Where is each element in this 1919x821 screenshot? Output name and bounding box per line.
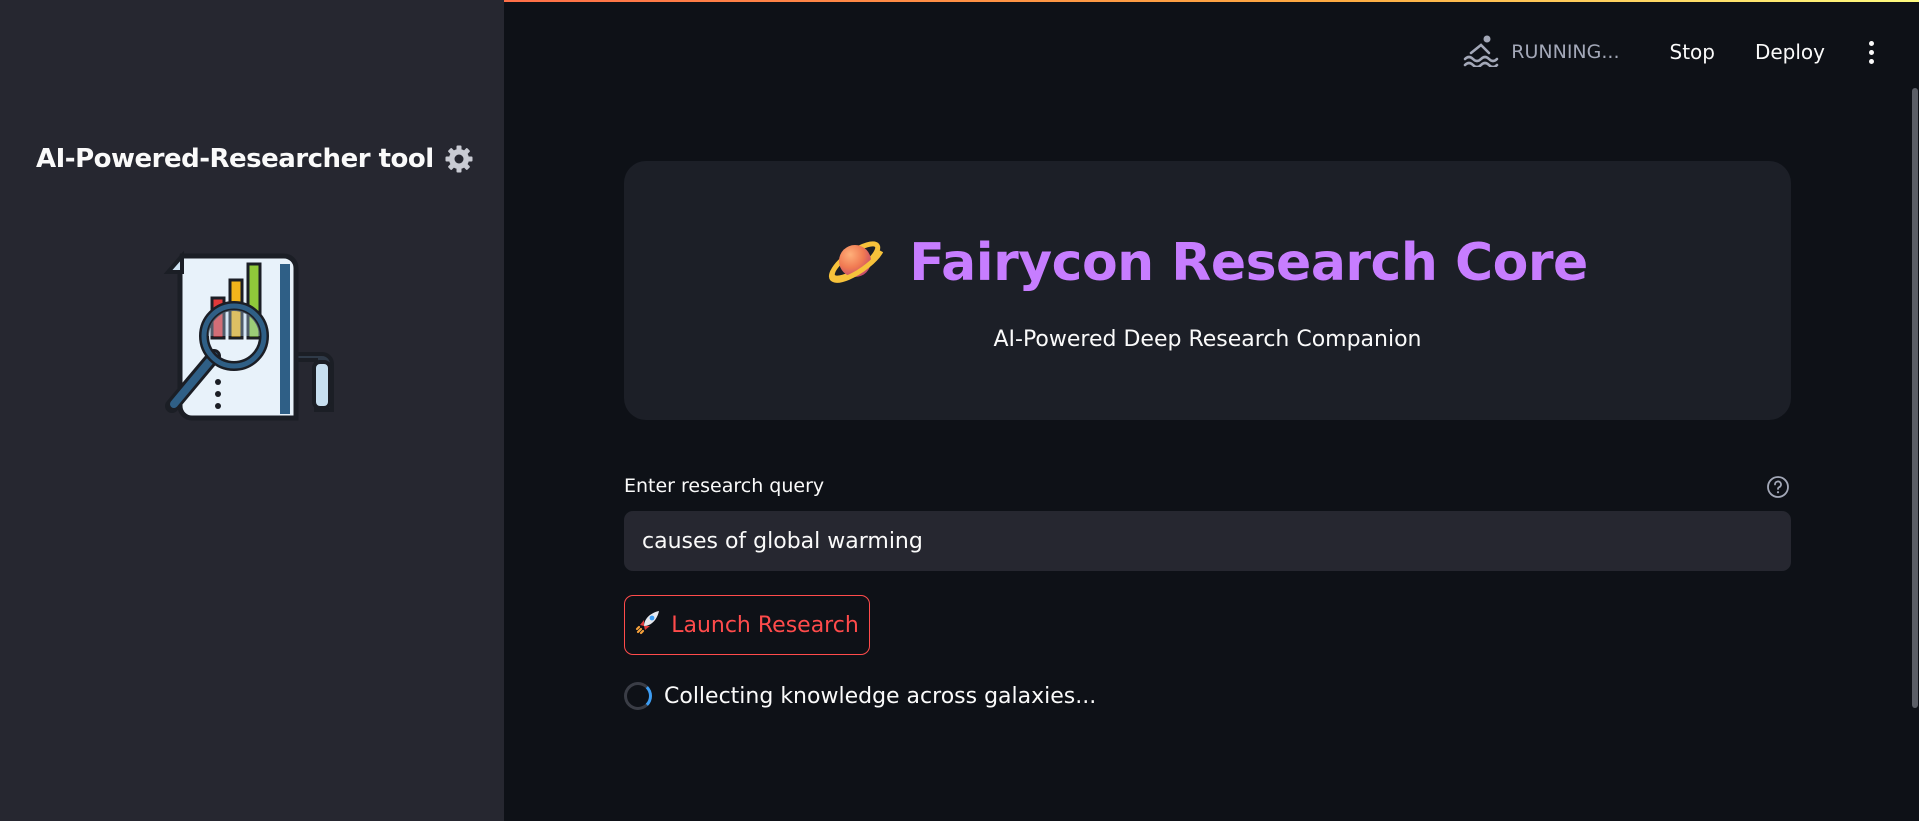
rocket-icon <box>635 609 661 641</box>
research-query-input[interactable] <box>624 511 1791 571</box>
gear-icon <box>444 144 474 174</box>
swimmer-icon <box>1463 33 1499 71</box>
question-circle-icon[interactable] <box>1766 475 1790 499</box>
launch-research-button[interactable]: Launch Research <box>624 595 870 655</box>
sidebar-title: AI-Powered-Researcher tool <box>36 144 474 174</box>
hero-subtitle: AI-Powered Deep Research Companion <box>993 327 1422 352</box>
sidebar: AI-Powered-Researcher tool <box>0 0 504 821</box>
hero-title: Fairycon Research Core <box>624 233 1791 293</box>
query-label: Enter research query <box>624 475 825 497</box>
ringed-planet-icon <box>827 233 884 293</box>
loading-status: Collecting knowledge across galaxies... <box>624 682 1096 710</box>
research-report-magnifier-icon <box>162 244 348 432</box>
running-status: RUNNING... <box>1463 33 1620 71</box>
launch-research-label: Launch Research <box>671 612 859 638</box>
hero-title-text: Fairycon Research Core <box>909 233 1588 293</box>
loading-status-text: Collecting knowledge across galaxies... <box>664 683 1097 709</box>
status-text: RUNNING... <box>1511 41 1620 63</box>
spinner-icon <box>624 682 652 710</box>
sidebar-title-text: AI-Powered-Researcher tool <box>36 144 434 174</box>
kebab-menu-icon[interactable] <box>1859 40 1883 64</box>
stop-button[interactable]: Stop <box>1670 40 1715 64</box>
hero-card: Fairycon Research Core AI-Powered Deep R… <box>624 161 1791 420</box>
app-header-toolbar: RUNNING... Stop Deploy <box>1463 33 1883 71</box>
deploy-button[interactable]: Deploy <box>1755 40 1825 64</box>
main-scrollbar[interactable] <box>1912 88 1918 708</box>
